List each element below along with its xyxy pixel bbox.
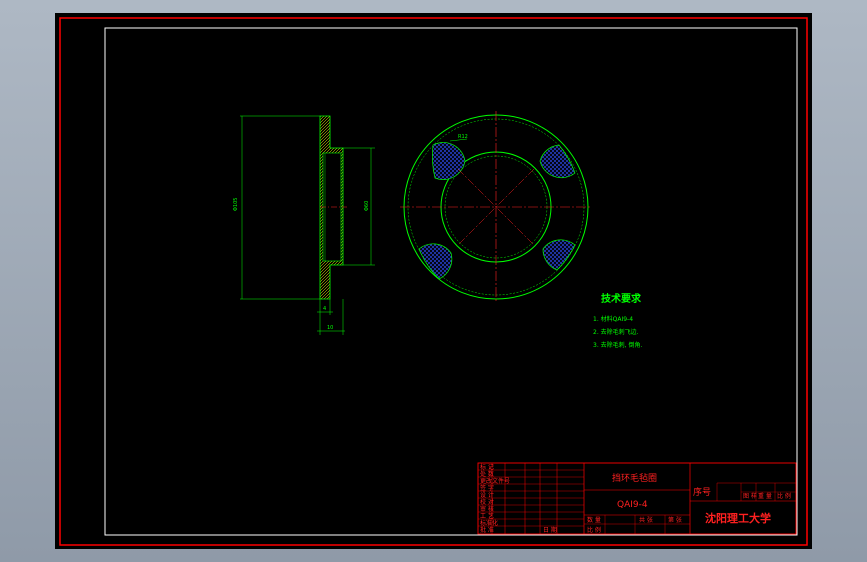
inner-frame <box>104 27 798 536</box>
tb-label-2: 处 数 <box>480 470 494 478</box>
front-view: R12 <box>400 111 592 303</box>
tb-label-6: 校 对 <box>480 498 494 506</box>
dim-small: 4 <box>323 306 326 312</box>
tech-req-item-3: 3. 去除毛刺, 倒角. <box>593 341 642 349</box>
title-block: 标 记 处 数 更改文件号 签 字 设 计 校 对 审 核 工 艺 标准化 批 … <box>477 462 797 535</box>
tech-req-title: 技术要求 <box>601 292 642 305</box>
school-name: 沈阳理工大学 <box>705 511 771 525</box>
cad-drawing: Φ105 Φ60 4 10 R12 技术要求 1. 材料QAI9-4 2. 去除… <box>59 17 808 546</box>
tb-label-8: 工 艺 <box>480 512 494 520</box>
tb-label-7: 审 核 <box>480 505 494 513</box>
tb-label-10: 批 准 <box>480 526 494 534</box>
material: QAI9-4 <box>617 500 648 510</box>
tb-right-3: 比 例 <box>777 492 791 500</box>
tb-right-2: 重 量 <box>758 492 772 500</box>
tb-right-1: 图 样 <box>743 492 757 500</box>
part-name: 挡环毛毡圈 <box>612 472 657 484</box>
tb-label-11: 日 期 <box>543 526 557 534</box>
tb-bottom-3: 共 张 <box>639 516 653 524</box>
dim-width: 10 <box>327 325 333 331</box>
tb-label-5: 设 计 <box>480 491 494 499</box>
tech-requirements: 技术要求 1. 材料QAI9-4 2. 去除毛刺飞边. 3. 去除毛刺, 倒角. <box>593 292 642 349</box>
tb-bottom-1: 数 量 <box>587 516 601 524</box>
tb-label-1: 标 记 <box>480 463 494 471</box>
dim-radius: R12 <box>458 134 468 140</box>
side-view: Φ105 Φ60 4 10 <box>233 115 375 335</box>
tb-label-4: 签 字 <box>480 484 494 492</box>
tech-req-item-2: 2. 去除毛刺飞边. <box>593 328 639 336</box>
tb-bottom-4: 第 张 <box>668 516 682 524</box>
tech-req-item-1: 1. 材料QAI9-4 <box>593 315 633 323</box>
outer-frame <box>59 17 808 546</box>
dim-outer-dia: Φ105 <box>233 198 239 211</box>
tb-label-9: 标准化 <box>480 519 498 527</box>
tb-label-3: 更改文件号 <box>480 477 510 485</box>
drawing-sheet: Φ105 Φ60 4 10 R12 技术要求 1. 材料QAI9-4 2. 去除… <box>55 13 812 549</box>
seq-label: 序号 <box>693 486 711 498</box>
dim-inner-dia: Φ60 <box>364 201 370 211</box>
tb-bottom-2: 比 例 <box>587 526 601 534</box>
